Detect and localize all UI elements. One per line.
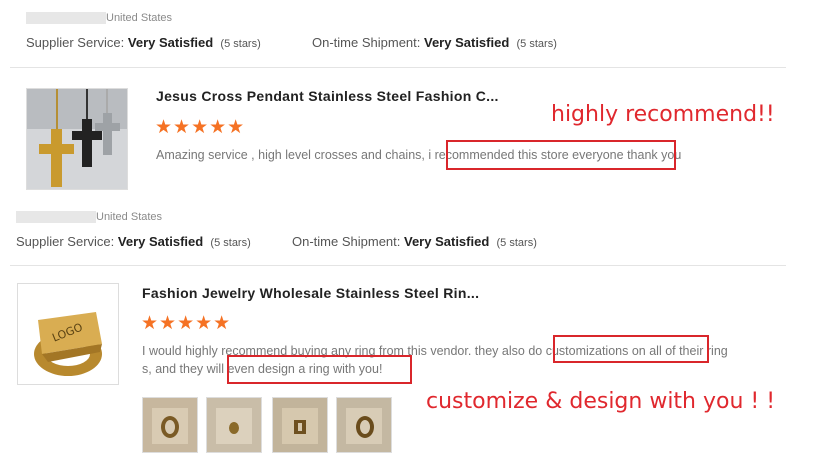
review-stars: ★★★★★	[155, 117, 246, 138]
divider	[10, 265, 786, 266]
product-thumbnail[interactable]	[26, 88, 128, 190]
buyer-location: United States	[96, 211, 163, 223]
product-thumbnail[interactable]: LOGO	[17, 283, 119, 385]
annotation-highly-recommend: highly recommend!!	[551, 102, 775, 127]
product-title[interactable]: Fashion Jewelry Wholesale Stainless Stee…	[142, 285, 479, 301]
review-photo-3[interactable]	[272, 397, 328, 453]
ring-image: LOGO	[18, 284, 118, 384]
divider	[10, 67, 786, 68]
review-stars: ★★★★★	[141, 313, 232, 334]
cross-pendant-image	[27, 89, 127, 189]
review-photo-2[interactable]	[206, 397, 262, 453]
review-photo-4[interactable]	[336, 397, 392, 453]
shipment-rating: On-time Shipment: Very Satisfied (5 star…	[312, 35, 557, 50]
supplier-service-rating: Supplier Service: Very Satisfied (5 star…	[16, 234, 251, 249]
highlight-box	[553, 335, 709, 363]
redacted-name	[26, 12, 106, 25]
buyer-info: United States	[26, 12, 173, 25]
highlight-box	[227, 355, 412, 384]
highlight-box	[446, 140, 676, 170]
redacted-name	[16, 211, 96, 224]
buyer-location: United States	[106, 12, 173, 24]
buyer-info: United States	[16, 211, 163, 224]
annotation-customize-design: customize & design with you ! !	[426, 389, 776, 414]
review-photo-1[interactable]	[142, 397, 198, 453]
product-title[interactable]: Jesus Cross Pendant Stainless Steel Fash…	[156, 88, 499, 104]
shipment-rating: On-time Shipment: Very Satisfied (5 star…	[292, 234, 537, 249]
supplier-service-rating: Supplier Service: Very Satisfied (5 star…	[26, 35, 261, 50]
